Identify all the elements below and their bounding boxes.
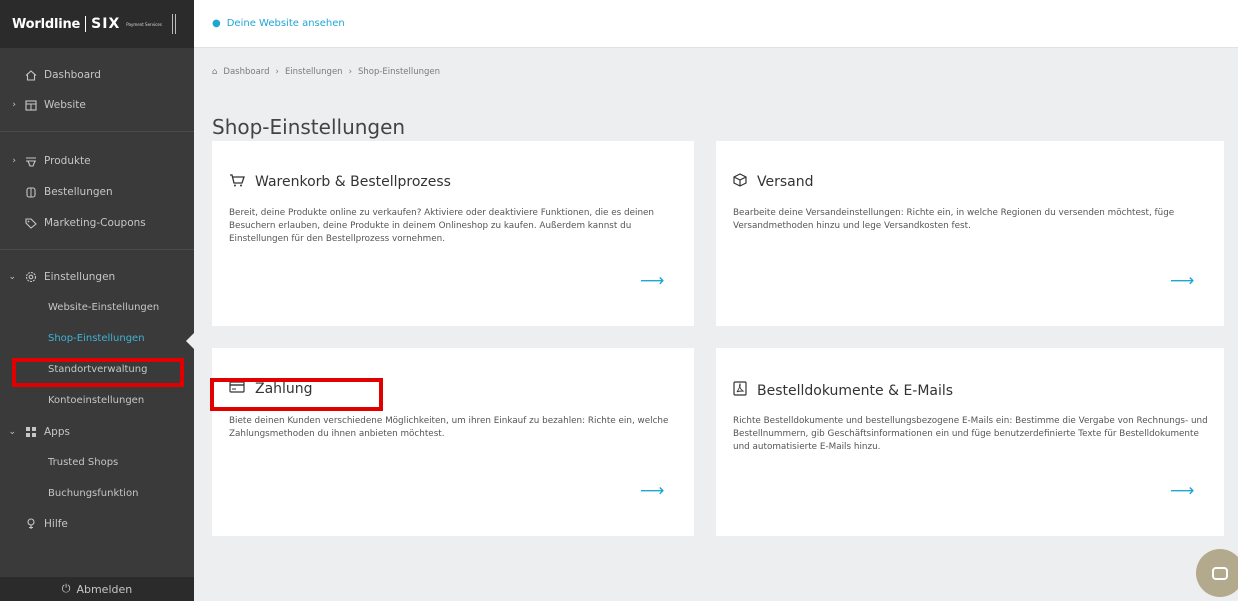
sidebar-item-label: Marketing-Coupons (44, 217, 146, 229)
logo-brand: Worldline (12, 16, 81, 32)
sidebar-item-einstellungen[interactable]: ⌄ Einstellungen (0, 265, 194, 289)
chevron-down-icon: ⌄ (8, 427, 16, 437)
document-pdf-icon (733, 381, 747, 400)
card-bestelldokumente[interactable]: Bestelldokumente & E-Mails Richte Bestel… (716, 348, 1224, 536)
sidebar-item-label: Bestellungen (44, 186, 113, 198)
page-title: Shop-Einstellungen (212, 115, 406, 140)
sidebar-item-label: Einstellungen (44, 271, 116, 283)
breadcrumb-einstellungen[interactable]: Einstellungen (285, 67, 343, 77)
sidebar: Worldline SIX Payment Services Dashboard… (0, 0, 194, 601)
logo-partner: SIX (91, 16, 121, 32)
breadcrumb-shop-einstellungen: Shop-Einstellungen (357, 67, 441, 77)
eye-icon: ● (212, 18, 221, 29)
orders-icon (24, 186, 38, 198)
sidebar-item-label: Website (44, 99, 86, 111)
card-zahlung[interactable]: Zahlung Biete deinen Kunden verschiedene… (212, 348, 694, 536)
chat-button[interactable] (1196, 549, 1238, 597)
coupon-icon (24, 217, 38, 229)
sidebar-item-dashboard[interactable]: Dashboard (0, 63, 194, 87)
home-icon: ⌂ (212, 67, 218, 77)
sidebar-item-label: Produkte (44, 155, 91, 167)
apps-icon (24, 426, 38, 438)
gear-icon (24, 271, 38, 283)
breadcrumb-dashboard[interactable]: Dashboard (223, 67, 269, 77)
logo-separator (85, 16, 87, 32)
sidebar-subitem-website-einstellungen[interactable]: Website-Einstellungen (48, 302, 159, 313)
logout-label: Abmelden (76, 582, 133, 596)
card-title: Bestelldokumente & E-Mails (733, 381, 953, 400)
sidebar-item-website[interactable]: › Website (0, 93, 194, 117)
view-website-link[interactable]: Deine Website ansehen (227, 18, 345, 29)
sidebar-item-bestellungen[interactable]: Bestellungen (0, 180, 194, 204)
chevron-right-icon: › (12, 156, 16, 166)
sidebar-item-apps[interactable]: ⌄ Apps (0, 420, 194, 444)
sidebar-item-label: Apps (44, 426, 70, 438)
sidebar-item-label: Dashboard (44, 69, 101, 81)
sidebar-item-marketing-coupons[interactable]: Marketing-Coupons (0, 211, 194, 235)
card-description: Richte Bestelldokumente und bestellungsb… (733, 416, 1208, 452)
card-warenkorb[interactable]: Warenkorb & Bestellprozess Bereit, deine… (212, 141, 694, 326)
card-title: Versand (733, 173, 814, 191)
card-versand[interactable]: Versand Bearbeite deine Versandeinstellu… (716, 141, 1224, 326)
power-icon: ⏻ (61, 582, 71, 595)
logo-bars-icon (171, 14, 176, 34)
cart-icon (229, 173, 245, 191)
logo[interactable]: Worldline SIX Payment Services (0, 0, 194, 48)
arrow-right-icon[interactable]: ⟶ (1170, 481, 1194, 501)
sidebar-subitem-kontoeinstellungen[interactable]: Kontoeinstellungen (48, 395, 144, 406)
arrow-right-icon[interactable]: ⟶ (640, 271, 664, 291)
chevron-down-icon: ⌄ (8, 272, 16, 282)
highlight-box-zahlung (210, 378, 383, 411)
sidebar-subitem-trusted-shops[interactable]: Trusted Shops (48, 457, 118, 468)
products-icon (24, 155, 38, 167)
sidebar-divider (0, 131, 194, 132)
arrow-right-icon[interactable]: ⟶ (640, 481, 664, 501)
sidebar-item-hilfe[interactable]: Hilfe (0, 512, 194, 536)
logo-tagline: Payment Services (126, 21, 162, 27)
breadcrumb-separator: › (275, 67, 279, 77)
package-icon (733, 173, 747, 191)
home-icon (24, 69, 38, 81)
help-icon (24, 518, 38, 530)
top-bar: ● Deine Website ansehen (194, 0, 1238, 48)
logout-button[interactable]: ⏻ Abmelden (0, 577, 194, 601)
website-icon (24, 99, 38, 111)
card-description: Bereit, deine Produkte online zu verkauf… (229, 208, 655, 244)
card-description: Bearbeite deine Versandeinstellungen: Ri… (733, 208, 1175, 231)
card-title: Warenkorb & Bestellprozess (229, 173, 451, 191)
chevron-right-icon: › (12, 100, 16, 110)
arrow-right-icon[interactable]: ⟶ (1170, 271, 1194, 291)
sidebar-subitem-shop-einstellungen[interactable]: Shop-Einstellungen (48, 333, 145, 344)
sidebar-item-produkte[interactable]: › Produkte (0, 149, 194, 173)
card-description: Biete deinen Kunden verschiedene Möglich… (229, 416, 669, 439)
sidebar-item-label: Hilfe (44, 518, 68, 530)
sidebar-divider (0, 249, 194, 250)
active-item-pointer (186, 333, 194, 349)
chat-icon (1212, 566, 1228, 580)
sidebar-subitem-buchungsfunktion[interactable]: Buchungsfunktion (48, 488, 138, 499)
highlight-box-standortverwaltung (12, 358, 184, 387)
breadcrumb: ⌂ Dashboard › Einstellungen › Shop-Einst… (212, 67, 440, 77)
breadcrumb-separator: › (348, 67, 352, 77)
